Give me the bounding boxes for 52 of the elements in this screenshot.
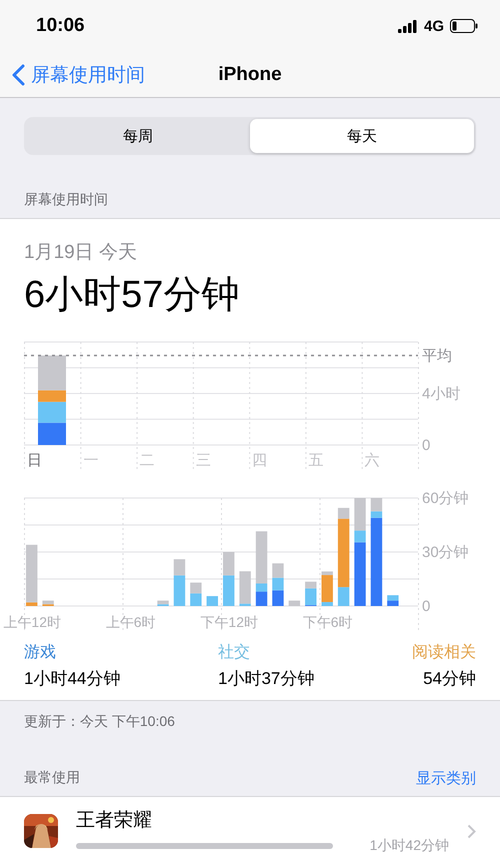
axis-label: 30分钟 (422, 544, 469, 561)
axis-label: 下午12时 (200, 614, 258, 630)
chart-bar (288, 600, 300, 606)
chart-bar (206, 596, 218, 606)
axis-label: 60分钟 (422, 490, 469, 507)
axis-label: 上午6时 (106, 614, 156, 630)
chart-bar (223, 552, 234, 576)
axis-label: 0 (422, 437, 430, 454)
axis-label: 六 (364, 452, 380, 469)
axis-label: 四 (252, 452, 268, 469)
axis-label: 0 (422, 598, 430, 615)
app-time: 1小时42分钟 (370, 837, 449, 855)
date-label: 1月19日 今天 (24, 241, 138, 265)
axis-label: 下午6时 (302, 614, 353, 630)
back-button[interactable]: 屏幕使用时间 (0, 62, 145, 88)
status-time: 10:06 (36, 15, 85, 38)
battery-icon (450, 19, 478, 34)
category-time: 1小时44分钟 (24, 668, 120, 690)
chart-bar (272, 578, 284, 590)
axis-label: 五 (308, 452, 324, 469)
chart-bar (190, 593, 202, 606)
category-name: 游戏 (24, 642, 56, 663)
axis-label: 二 (140, 452, 155, 469)
category-time: 54分钟 (423, 668, 476, 690)
segment-tab[interactable]: 每天 (250, 119, 474, 153)
category-time: 1小时37分钟 (218, 668, 314, 690)
total-time: 6小时57分钟 (24, 273, 240, 318)
chart-bar (272, 563, 284, 578)
category-name: 社交 (218, 642, 250, 663)
chevron-right-icon (467, 824, 476, 838)
category-name: 阅读相关 (412, 642, 476, 663)
signal-icon (398, 20, 418, 33)
chart-bar (272, 590, 284, 606)
network-label: 4G (424, 18, 444, 35)
updated-label: 更新于：今天 下午10:06 (24, 713, 175, 729)
chart-bar (190, 582, 202, 594)
segment-tab[interactable]: 每周 (26, 119, 250, 153)
section-title: 屏幕使用时间 (24, 191, 108, 207)
axis-label: 日 (27, 452, 42, 469)
axis-label: 平均 (422, 348, 452, 365)
axis-label: 三 (196, 452, 211, 469)
nav-title: iPhone (218, 64, 282, 86)
section-title: 最常使用 (24, 769, 80, 787)
back-label[interactable]: 屏幕使用时间 (31, 62, 145, 88)
axis-label: 一 (83, 452, 98, 469)
chart-bar (223, 575, 234, 606)
chevron-left-icon (12, 64, 25, 86)
app-row[interactable]: 王者荣耀 1小时42分钟 (0, 797, 500, 865)
axis-label: 上午12时 (3, 614, 61, 630)
app-name: 王者荣耀 (76, 809, 153, 833)
chart-bar (38, 422, 66, 445)
axis-label: 4小时 (422, 386, 460, 402)
